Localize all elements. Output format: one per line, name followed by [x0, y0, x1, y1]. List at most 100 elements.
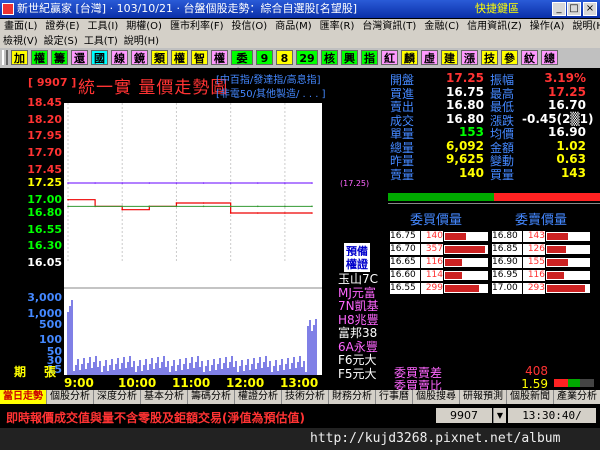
- toolbar-button[interactable]: 權: [211, 50, 228, 65]
- quote-value: 6,092: [446, 138, 484, 153]
- index-links[interactable]: [中百指/發達指/高息指] [非電50/其他製造/ . . . ]: [216, 74, 326, 102]
- buy-order-row[interactable]: 16.60 114: [390, 270, 490, 281]
- toolbar: 加權籌還國線鏡類權智權委江9829核興指紅麟虛建漲技參紋總: [0, 48, 600, 80]
- broker-item[interactable]: F5元大: [338, 365, 377, 382]
- toolbar-button[interactable]: 麟: [401, 50, 418, 65]
- price-volume-chart[interactable]: [64, 103, 322, 375]
- toolbar-button[interactable]: 籌: [51, 50, 68, 65]
- index-links-row2[interactable]: [非電50/其他製造/ . . . ]: [216, 88, 326, 102]
- toolbar-button[interactable]: 建: [441, 50, 458, 65]
- series-point: [67, 205, 69, 208]
- tab-item[interactable]: 個股分析: [47, 390, 94, 404]
- order-volume-fill: [445, 272, 462, 279]
- shortcut-area[interactable]: 快捷鍵區: [475, 0, 519, 18]
- menu-item[interactable]: 檢視(V): [0, 34, 41, 49]
- stock-code-input[interactable]: 9907: [436, 408, 492, 423]
- toolbar-button[interactable]: 參: [501, 50, 518, 65]
- toolbar-button[interactable]: 鏡: [131, 50, 148, 65]
- tab-item[interactable]: 行事曆: [376, 390, 413, 404]
- menu-item[interactable]: 投信(O): [228, 19, 272, 34]
- index-links-row1[interactable]: [中百指/發達指/高息指]: [216, 74, 326, 88]
- tab-item[interactable]: 籌碼分析: [188, 390, 235, 404]
- menu-item[interactable]: 說明(H): [121, 34, 162, 49]
- order-volume-fill: [547, 259, 568, 266]
- sell-order-row[interactable]: 16.80 143: [492, 231, 592, 242]
- menu-item[interactable]: 操作(A): [526, 19, 569, 34]
- buy-order-row[interactable]: 16.65 116: [390, 257, 490, 268]
- series-point: [311, 212, 313, 214]
- toolbar-button[interactable]: 加: [11, 50, 28, 65]
- buy-order-row[interactable]: 16.55 299: [390, 283, 490, 294]
- menu-item[interactable]: 金融(C): [420, 19, 463, 34]
- toolbar-button[interactable]: 核: [321, 50, 338, 65]
- tab-item[interactable]: 基本分析: [141, 390, 188, 404]
- toolbar-button[interactable]: 紅: [381, 50, 398, 65]
- toolbar-button[interactable]: 國: [91, 50, 108, 65]
- order-volume: 299: [421, 283, 443, 294]
- minimize-button[interactable]: _: [552, 2, 566, 16]
- menu-item[interactable]: 工具(T): [81, 34, 121, 49]
- toolbar-button[interactable]: 還: [71, 50, 88, 65]
- toolbar-button[interactable]: 線: [111, 50, 128, 65]
- chevron-down-icon[interactable]: ▼: [493, 408, 506, 423]
- tab-item[interactable]: 個股搜尋: [413, 390, 460, 404]
- order-volume: 143: [523, 231, 545, 242]
- toolbar-button[interactable]: 權: [31, 50, 48, 65]
- tab-item[interactable]: 技術分析: [282, 390, 329, 404]
- menu-item[interactable]: 工具(I): [84, 19, 123, 34]
- tab-item[interactable]: 研報預測: [460, 390, 507, 404]
- tab-item[interactable]: 產業分析: [554, 390, 600, 404]
- toolbar-button[interactable]: 9: [256, 50, 273, 65]
- buy-order-row[interactable]: 16.70 357: [390, 244, 490, 255]
- time-axis-tick: 12:00: [226, 376, 265, 390]
- order-price: 16.70: [390, 244, 420, 255]
- toolbar-button[interactable]: 興: [341, 50, 358, 65]
- menu-item[interactable]: 期權(O): [122, 19, 166, 34]
- series-point: [121, 182, 124, 184]
- menu-item[interactable]: 說明(H): [568, 19, 600, 34]
- toolbar-button[interactable]: 類: [151, 50, 168, 65]
- time-axis-tick: 11:00: [172, 376, 211, 390]
- menu-item[interactable]: 設定(S): [41, 34, 81, 49]
- order-volume-bar: [444, 232, 488, 241]
- sell-order-row[interactable]: 16.85 126: [492, 244, 592, 255]
- toolbar-button[interactable]: 紋: [521, 50, 538, 65]
- tab-item[interactable]: 當日走勢: [0, 390, 47, 404]
- toolbar-button[interactable]: 權: [171, 50, 188, 65]
- quote-value: 9,625: [446, 152, 484, 166]
- buy-order-row[interactable]: 16.75 140: [390, 231, 490, 242]
- sell-order-row[interactable]: 17.00 293: [492, 283, 592, 294]
- menu-item[interactable]: 台灣資訊(T): [358, 19, 420, 34]
- tab-item[interactable]: 深度分析: [94, 390, 141, 404]
- toolbar-button[interactable]: 委江: [231, 50, 253, 80]
- tab-item[interactable]: 財務分析: [329, 390, 376, 404]
- toolbar-button[interactable]: 技: [481, 50, 498, 65]
- toolbar-button[interactable]: 總: [541, 50, 558, 65]
- toolbar-button[interactable]: 29: [296, 50, 318, 65]
- menu-item[interactable]: 匯市利率(F): [166, 19, 228, 34]
- menu-item[interactable]: 證券(E): [41, 19, 83, 34]
- toolbar-button[interactable]: 智: [191, 50, 208, 65]
- tab-item[interactable]: 個股新聞: [507, 390, 554, 404]
- maximize-button[interactable]: □: [567, 2, 581, 16]
- menu-item[interactable]: 商品(M): [271, 19, 315, 34]
- series-point: [175, 205, 178, 208]
- series-point: [148, 182, 151, 184]
- menu-item[interactable]: 匯率(R): [316, 19, 359, 34]
- order-volume-bar: [546, 271, 590, 280]
- toolbar-handle[interactable]: [2, 50, 8, 65]
- close-button[interactable]: ×: [583, 2, 597, 16]
- stock-title: 統一實 量價走勢圖: [78, 78, 229, 98]
- menu-item[interactable]: 信用資訊(Z): [463, 19, 526, 34]
- toolbar-button[interactable]: 漲: [461, 50, 478, 65]
- toolbar-button[interactable]: 虛: [421, 50, 438, 65]
- toolbar-button[interactable]: 8: [276, 50, 293, 65]
- quote-value: -0.45(2▒1): [522, 111, 594, 126]
- tab-item[interactable]: 權證分析: [235, 390, 282, 404]
- sell-order-row[interactable]: 16.95 116: [492, 270, 592, 281]
- toolbar-button[interactable]: 指: [361, 50, 378, 65]
- order-volume-fill: [547, 246, 566, 253]
- clock: 13:30:40/: [508, 408, 596, 423]
- sell-order-row[interactable]: 16.90 155: [492, 257, 592, 268]
- menu-item[interactable]: 畫面(L): [0, 19, 41, 34]
